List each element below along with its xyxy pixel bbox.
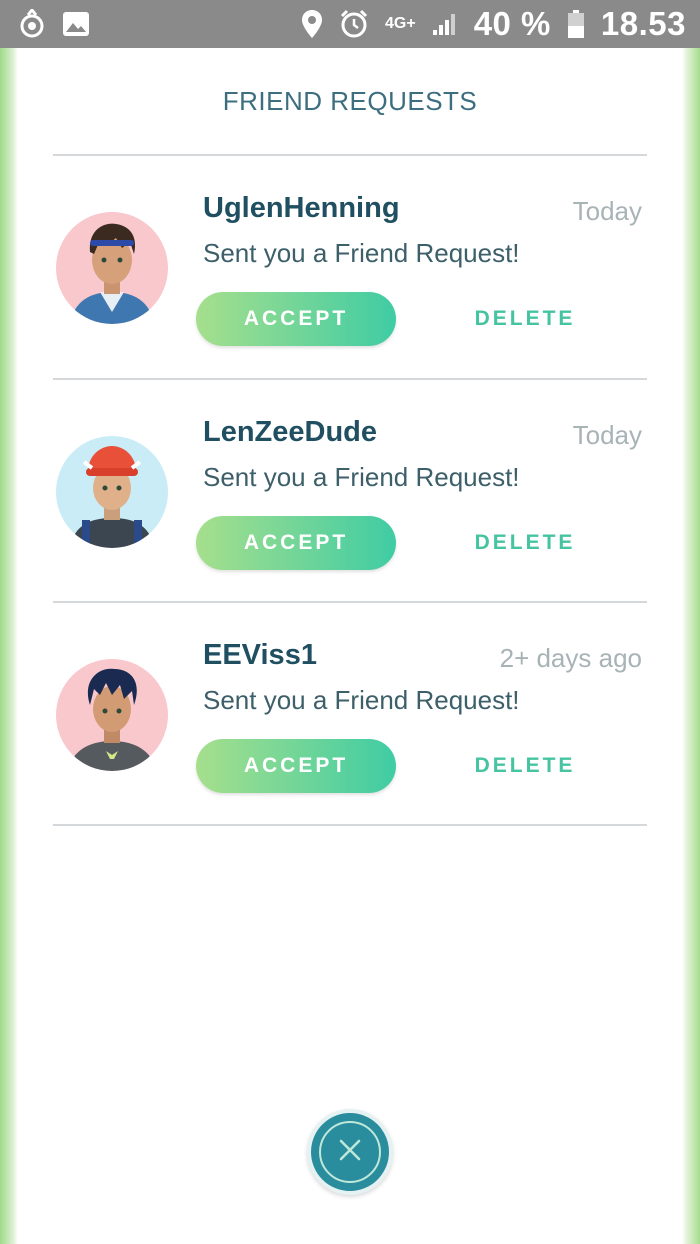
request-message: Sent you a Friend Request! xyxy=(203,462,520,492)
avatar xyxy=(56,659,168,771)
divider xyxy=(53,824,647,826)
battery-icon xyxy=(567,9,585,39)
accept-button[interactable]: ACCEPT xyxy=(196,739,396,793)
delete-button[interactable]: DELETE xyxy=(468,292,582,346)
friend-requests-panel: FRIEND REQUESTS UglenHenning Today Sent … xyxy=(18,48,682,1244)
close-button-ring xyxy=(319,1121,381,1183)
page-title: FRIEND REQUESTS xyxy=(222,86,478,116)
requester-name: UglenHenning xyxy=(203,192,400,224)
image-icon xyxy=(62,11,90,37)
request-time: Today xyxy=(572,196,642,226)
alarm-icon xyxy=(339,9,369,39)
friend-request-item: UglenHenning Today Sent you a Friend Req… xyxy=(18,156,682,378)
close-button[interactable] xyxy=(307,1109,393,1195)
request-message: Sent you a Friend Request! xyxy=(203,685,520,715)
avatar xyxy=(56,436,168,548)
request-time: Today xyxy=(572,420,642,450)
app-notification-icon xyxy=(18,9,46,39)
delete-button[interactable]: DELETE xyxy=(468,516,582,570)
close-icon xyxy=(338,1138,362,1167)
friend-request-item: EEViss1 2+ days ago Sent you a Friend Re… xyxy=(18,603,682,825)
delete-button[interactable]: DELETE xyxy=(468,739,582,793)
clock: 18.53 xyxy=(600,5,686,42)
status-bar: 4G+ 40 % 18.53 xyxy=(0,0,700,48)
requester-name: LenZeeDude xyxy=(203,416,378,448)
request-message: Sent you a Friend Request! xyxy=(203,238,520,268)
battery-percent: 40 % xyxy=(473,5,551,42)
right-edge-glow xyxy=(682,0,700,1244)
left-edge-glow xyxy=(0,0,18,1244)
accept-button[interactable]: ACCEPT xyxy=(196,516,396,570)
avatar xyxy=(56,212,168,324)
requester-name: EEViss1 xyxy=(203,639,317,671)
accept-button[interactable]: ACCEPT xyxy=(196,292,396,346)
request-time: 2+ days ago xyxy=(499,643,642,673)
signal-icon xyxy=(432,12,458,36)
network-type: 4G+ xyxy=(385,15,416,32)
friend-request-item: LenZeeDude Today Sent you a Friend Reque… xyxy=(18,380,682,602)
location-icon xyxy=(301,9,323,39)
